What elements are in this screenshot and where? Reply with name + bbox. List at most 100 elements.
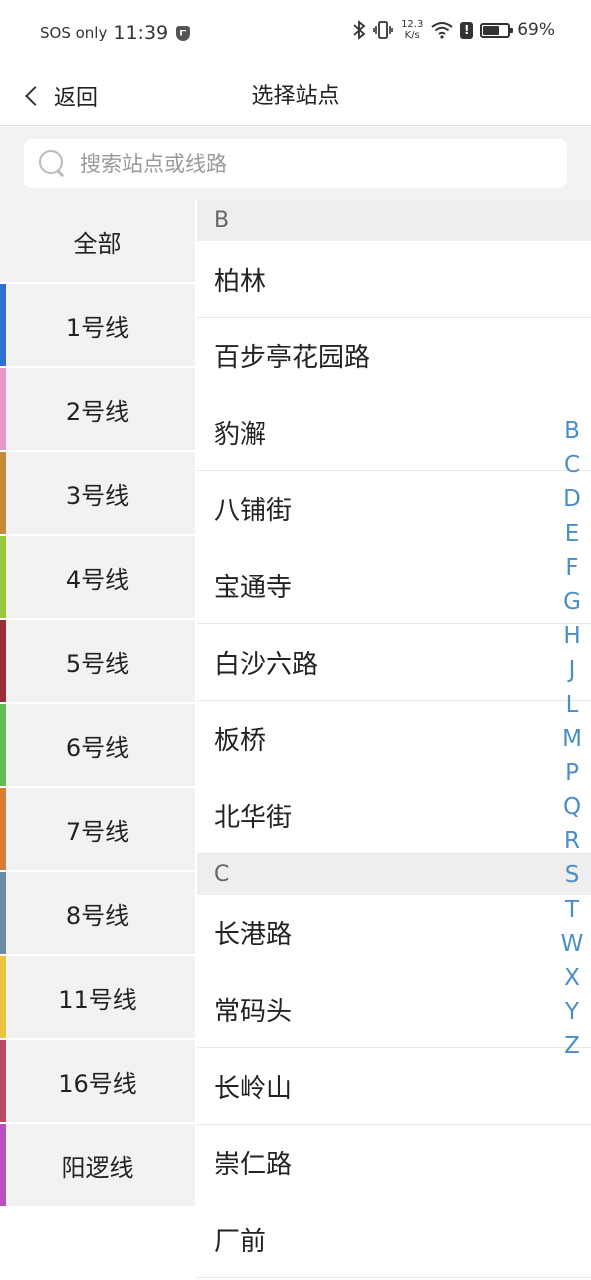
station-name: 板桥: [214, 726, 267, 757]
index-letter[interactable]: E: [565, 517, 580, 551]
wifi-icon: [431, 22, 453, 39]
shield-icon: [176, 25, 191, 41]
line-label: 5号线: [65, 649, 130, 678]
line-label: 11号线: [58, 985, 137, 1014]
line-list: 全部 1号线 2号线 3号线 4号线 5号线 6号线 7号线 8号线 11号线 16号线阳逻线: [0, 200, 197, 1280]
line-color-indicator: [0, 284, 6, 366]
index-letter[interactable]: G: [563, 585, 581, 619]
line-item[interactable]: 8号线: [0, 872, 195, 954]
line-item[interactable]: 4号线: [0, 536, 195, 618]
line-color-indicator: [0, 368, 6, 450]
line-label: 16号线: [58, 1069, 137, 1098]
line-item[interactable]: 阳逻线: [0, 1124, 195, 1206]
station-list: B 柏林百步亭花园路 豹澥八铺街宝通寺白沙六路板桥北华街 C 长港路常码头长岭山崇仁路厂…: [197, 200, 591, 1280]
station-item[interactable]: 百步亭花园路: [197, 317, 591, 395]
line-label: 4号线: [65, 565, 130, 594]
line-item[interactable]: 5号线: [0, 620, 195, 702]
line-label: 2号线: [65, 397, 130, 426]
line-label: 全部: [73, 229, 122, 258]
line-color-indicator: [0, 620, 6, 702]
line-label: 8号线: [65, 901, 130, 930]
clock: 11:39: [113, 22, 169, 44]
index-letter[interactable]: Y: [565, 995, 579, 1029]
line-color-indicator: [0, 1040, 6, 1122]
line-item[interactable]: 2号线: [0, 368, 195, 450]
station-name: 八铺街: [214, 496, 293, 527]
search-area: [0, 127, 591, 200]
index-letter[interactable]: F: [565, 551, 578, 585]
line-label: 7号线: [65, 817, 130, 846]
index-letter[interactable]: R: [564, 824, 580, 858]
line-item[interactable]: 7号线: [0, 788, 195, 870]
line-color-indicator: [0, 452, 6, 534]
speed-value: 12.3: [401, 19, 424, 30]
station-item[interactable]: 长岭山: [197, 1048, 591, 1125]
station-name: 北华街: [214, 802, 293, 833]
station-name: 柏林: [214, 266, 267, 297]
carrier-status: SOS only: [40, 24, 108, 42]
index-letter[interactable]: C: [564, 448, 580, 482]
index-letter[interactable]: M: [562, 722, 582, 756]
line-label: 3号线: [65, 481, 130, 510]
line-color-indicator: [0, 1124, 6, 1206]
search-box[interactable]: [24, 139, 567, 188]
index-letter[interactable]: P: [565, 756, 579, 790]
alphabet-index: BCDEFGHJLMPQRSTWXYZ: [559, 414, 585, 1064]
network-speed: 12.3 K/s: [400, 19, 424, 41]
line-color-indicator: [0, 956, 6, 1038]
index-letter[interactable]: J: [569, 653, 576, 687]
index-letter[interactable]: Q: [563, 790, 581, 824]
index-letter[interactable]: B: [564, 414, 580, 448]
line-label: 阳逻线: [61, 1153, 134, 1182]
group-header: B: [197, 200, 591, 241]
line-item[interactable]: 11号线: [0, 956, 195, 1038]
station-name: 百步亭花园路: [214, 343, 371, 374]
speed-unit: K/s: [404, 30, 420, 41]
index-letter[interactable]: D: [563, 482, 581, 516]
station-item[interactable]: 常码头: [197, 971, 591, 1049]
station-item[interactable]: 白沙六路: [197, 624, 591, 701]
line-item[interactable]: 1号线: [0, 284, 195, 366]
status-right: 12.3 K/s ! 69%: [352, 19, 555, 41]
line-item[interactable]: 3号线: [0, 452, 195, 534]
station-item[interactable]: 板桥: [197, 700, 591, 778]
station-item[interactable]: 长港路: [197, 894, 591, 972]
line-color-indicator: [0, 536, 6, 618]
station-item[interactable]: 八铺街: [197, 470, 591, 548]
station-name: 宝通寺: [214, 572, 293, 603]
index-letter[interactable]: S: [565, 858, 580, 892]
index-letter[interactable]: W: [561, 927, 584, 961]
station-name: 长岭山: [214, 1073, 293, 1104]
station-name: 长港路: [214, 920, 293, 951]
line-color-indicator: [0, 872, 6, 954]
battery-level: 69%: [517, 20, 555, 40]
index-letter[interactable]: L: [566, 688, 579, 722]
station-name: 豹澥: [214, 419, 267, 450]
station-item[interactable]: 豹澥: [197, 394, 591, 472]
line-item-all[interactable]: 全部: [0, 200, 195, 282]
line-item[interactable]: 16号线: [0, 1040, 195, 1122]
bluetooth-icon: [353, 20, 366, 40]
station-item[interactable]: 厂前: [197, 1201, 591, 1279]
search-input[interactable]: [80, 151, 567, 176]
alert-icon: !: [460, 21, 474, 39]
station-item[interactable]: 柏林: [197, 241, 591, 318]
index-letter[interactable]: T: [565, 893, 579, 927]
vibrate-icon: [373, 21, 394, 39]
station-item[interactable]: 崇仁路: [197, 1124, 591, 1202]
line-color-indicator: [0, 704, 6, 786]
station-item[interactable]: 北华街: [197, 777, 591, 855]
line-label: 1号线: [65, 313, 130, 342]
line-item[interactable]: 6号线: [0, 704, 195, 786]
station-name: 常码头: [214, 996, 293, 1027]
search-icon: [38, 149, 68, 179]
line-color-indicator: [0, 788, 6, 870]
status-left: SOS only 11:39: [40, 22, 191, 44]
index-letter[interactable]: Z: [564, 1029, 580, 1063]
index-letter[interactable]: H: [563, 619, 580, 653]
group-header: C: [197, 853, 591, 895]
station-item[interactable]: 宝通寺: [197, 547, 591, 625]
battery-icon: [480, 22, 514, 38]
station-name: 厂前: [214, 1226, 267, 1257]
index-letter[interactable]: X: [564, 961, 580, 995]
